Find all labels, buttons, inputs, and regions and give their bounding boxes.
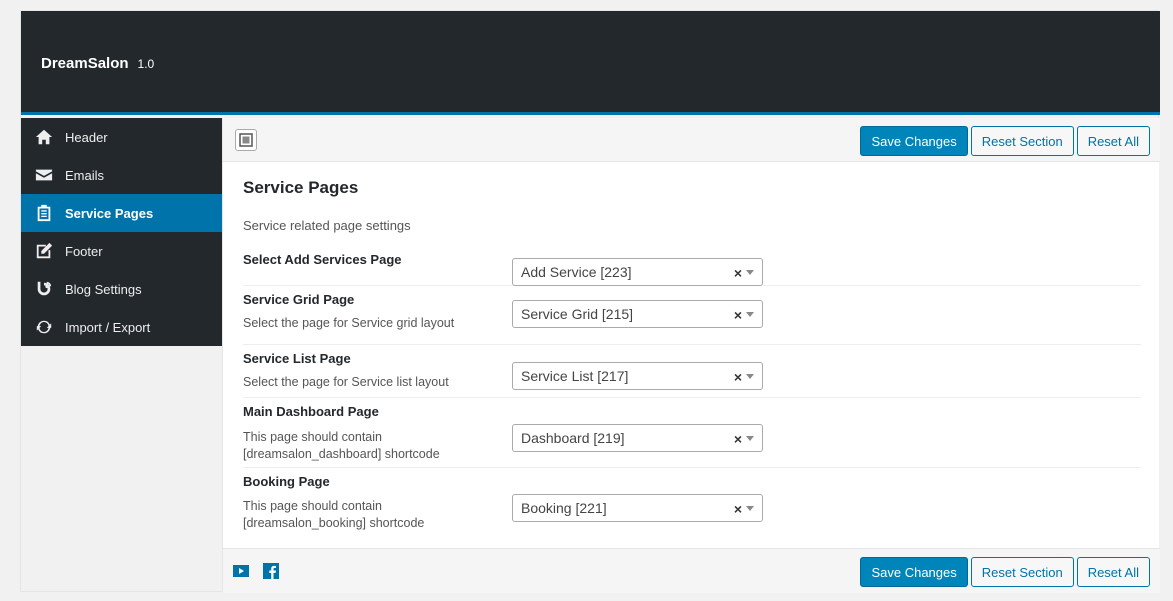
section-description: Service related page settings [243, 218, 411, 233]
clear-icon[interactable]: × [734, 369, 742, 385]
clipboard-icon [34, 204, 53, 223]
service-list-page-select[interactable]: Service List [217] × [512, 362, 763, 390]
brand: DreamSalon 1.0 [41, 55, 154, 72]
edit-icon [34, 242, 53, 261]
main-content: Save Changes Reset Section Reset All Ser… [222, 118, 1160, 593]
refresh-icon [34, 318, 53, 337]
select-value: Booking [221] [521, 500, 607, 516]
facebook-icon[interactable] [263, 563, 279, 579]
sidebar-item-label: Header [65, 129, 108, 145]
sidebar-item-emails[interactable]: Emails [21, 156, 222, 194]
blogger-icon [34, 280, 53, 299]
save-changes-button[interactable]: Save Changes [860, 126, 968, 156]
save-changes-button[interactable]: Save Changes [860, 557, 968, 587]
select-value: Service Grid [215] [521, 306, 634, 322]
dropdown-arrow-icon[interactable] [746, 506, 754, 511]
sidebar-item-blog-settings[interactable]: Blog Settings [21, 270, 222, 308]
field-row-service-list: Service List Page Select the page for Se… [243, 345, 1141, 398]
field-label: Booking Page [243, 474, 330, 489]
sidebar-item-import-export[interactable]: Import / Export [21, 308, 222, 346]
service-grid-page-select[interactable]: Service Grid [215] × [512, 300, 763, 328]
bottom-toolbar: Save Changes Reset Section Reset All [223, 548, 1160, 593]
field-row-service-grid: Service Grid Page Select the page for Se… [243, 292, 1141, 345]
app-title: DreamSalon [41, 55, 129, 72]
expand-options-button[interactable] [235, 129, 257, 151]
sidebar-item-header[interactable]: Header [21, 118, 222, 156]
select-value: Add Service [223] [521, 264, 632, 280]
sidebar-item-label: Footer [65, 243, 103, 259]
field-description: Select the page for Service grid layout [243, 316, 455, 330]
clear-icon[interactable]: × [734, 501, 742, 517]
top-toolbar: Save Changes Reset Section Reset All [223, 118, 1160, 162]
add-services-page-select[interactable]: Add Service [223] × [512, 258, 763, 286]
field-description: This page should contain [dreamsalon_boo… [243, 499, 425, 530]
app-version: 1.0 [137, 57, 155, 71]
select-value: Dashboard [219] [521, 430, 625, 446]
home-icon [34, 128, 53, 147]
clear-icon[interactable]: × [734, 431, 742, 447]
field-description: This page should contain [dreamsalon_das… [243, 430, 440, 461]
sidebar-item-label: Service Pages [65, 205, 154, 221]
reset-section-button[interactable]: Reset Section [970, 557, 1074, 587]
dropdown-arrow-icon[interactable] [746, 312, 754, 317]
select-value: Service List [217] [521, 368, 629, 384]
dropdown-arrow-icon[interactable] [746, 270, 754, 275]
header-bar: DreamSalon 1.0 [21, 11, 1160, 115]
booking-page-select[interactable]: Booking [221] × [512, 494, 763, 522]
field-row-add-services: Select Add Services Page Add Service [22… [243, 252, 1141, 286]
reset-section-button[interactable]: Reset Section [970, 126, 1074, 156]
options-panel: DreamSalon 1.0 Header Emails Service Pag… [20, 10, 1160, 593]
envelope-icon [34, 166, 53, 185]
sidebar-item-service-pages[interactable]: Service Pages [21, 194, 222, 232]
dropdown-arrow-icon[interactable] [746, 374, 754, 379]
youtube-icon[interactable] [233, 563, 249, 579]
field-description: Select the page for Service list layout [243, 375, 449, 389]
sidebar: Header Emails Service Pages Footer Blog … [21, 118, 222, 346]
reset-all-button[interactable]: Reset All [1076, 126, 1150, 156]
sidebar-item-label: Emails [65, 167, 105, 183]
main-dashboard-page-select[interactable]: Dashboard [219] × [512, 424, 763, 452]
reset-all-button[interactable]: Reset All [1076, 557, 1150, 587]
clear-icon[interactable]: × [734, 265, 742, 281]
expand-icon [239, 133, 253, 147]
dropdown-arrow-icon[interactable] [746, 436, 754, 441]
sidebar-item-footer[interactable]: Footer [21, 232, 222, 270]
field-row-booking: Booking Page This page should contain [d… [243, 468, 1141, 538]
field-row-main-dashboard: Main Dashboard Page This page should con… [243, 398, 1141, 468]
section-content: Service Pages Service related page setti… [243, 178, 1141, 233]
field-label: Main Dashboard Page [243, 404, 379, 419]
sidebar-item-label: Blog Settings [65, 281, 142, 297]
section-title: Service Pages [243, 178, 359, 197]
sidebar-item-label: Import / Export [65, 319, 151, 335]
clear-icon[interactable]: × [734, 307, 742, 323]
